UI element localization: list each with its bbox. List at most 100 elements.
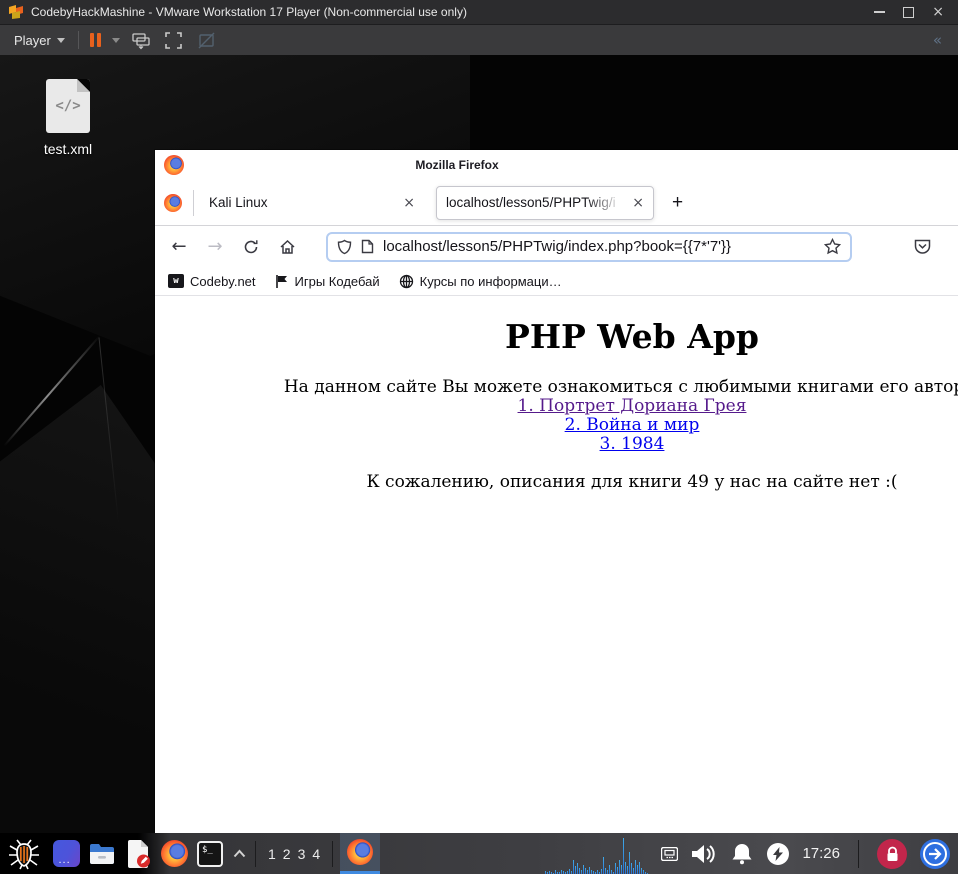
new-tab-button[interactable]: + [666, 192, 689, 214]
tab-label: localhost/lesson5/PHPTwig/i [446, 195, 616, 210]
page-title: PHP Web App [505, 317, 759, 356]
forward-button: → [207, 236, 223, 257]
firefox-logo-icon [347, 839, 374, 865]
power-manager-icon[interactable] [767, 842, 790, 865]
player-menu-button[interactable]: Player [10, 31, 69, 50]
file-manager-button[interactable] [85, 833, 119, 874]
vmware-window-controls: × [874, 5, 950, 19]
lock-screen-button[interactable] [877, 838, 907, 869]
firefox-window-title: Mozilla Firefox [415, 158, 499, 172]
tab-kali-linux[interactable]: Kali Linux × [205, 180, 427, 226]
taskbar-divider [255, 840, 256, 867]
url-bar[interactable]: localhost/lesson5/PHPTwig/index.php?book… [326, 231, 852, 262]
code-glyph: </> [55, 98, 81, 114]
firefox-titlebar[interactable]: Mozilla Firefox [155, 150, 958, 180]
desktop-file-test-xml[interactable]: </> test.xml [38, 79, 98, 157]
firefox-logo-icon [164, 155, 184, 175]
shield-icon[interactable] [337, 239, 352, 255]
app-grid-icon: ... [52, 840, 80, 867]
home-button[interactable] [269, 231, 305, 263]
workspace-switcher[interactable]: 1 2 3 4 [261, 846, 327, 862]
suspend-options-chevron-icon[interactable] [111, 37, 120, 43]
intro-text: На данном сайте Вы можете ознакомиться с… [283, 376, 958, 397]
clock[interactable]: 17:26 [802, 845, 840, 862]
vmware-player-logo-icon [8, 4, 24, 20]
tab-label: Kali Linux [209, 195, 268, 210]
applications-menu-button[interactable] [0, 833, 48, 874]
firefox-nav-toolbar: ← → localhost/lesson5/PHPTwig/index.php?… [155, 226, 958, 267]
close-button[interactable]: × [932, 5, 944, 19]
network-connection-icon[interactable] [661, 846, 679, 861]
bookmarks-toolbar: w Codeby.net Игры Кодебай Курсы по инфор… [155, 267, 958, 296]
vm-screen: CodebyHackMashine - VMware Workstation 1… [0, 0, 958, 874]
firefox-window: Mozilla Firefox Kali Linux × localhost/l… [155, 150, 958, 833]
collapse-toolbar-button[interactable]: « [933, 31, 948, 49]
taskbar-divider [332, 840, 334, 867]
lock-icon [887, 846, 897, 861]
not-found-message: К сожалению, описания для книги 49 у нас… [366, 471, 898, 492]
terminal-launcher-button[interactable]: $_ [193, 833, 227, 874]
fullscreen-button[interactable] [162, 29, 186, 51]
close-tab-icon[interactable]: × [632, 195, 644, 211]
notifications-bell-icon[interactable] [730, 842, 754, 866]
workspace-3[interactable]: 3 [298, 846, 306, 862]
kali-dragon-icon [9, 839, 39, 869]
globe-icon [399, 274, 413, 288]
minimize-button[interactable] [874, 11, 886, 13]
reload-button[interactable] [233, 231, 269, 263]
firefox-tab-bar: Kali Linux × localhost/lesson5/PHPTwig/i… [155, 180, 958, 226]
kali-desktop: </> test.xml Mozilla Firefox Kali Linux … [0, 55, 958, 833]
system-tray: 17:26 [651, 838, 958, 869]
chevron-up-icon [233, 849, 245, 858]
pocket-icon[interactable] [913, 237, 932, 256]
tab-divider [193, 189, 194, 216]
bookmark-igry-codebay[interactable]: Игры Кодебай [275, 274, 380, 289]
kali-taskbar: ... $_ 1 2 3 4 17:26 [0, 833, 958, 874]
show-more-launchers-button[interactable] [228, 833, 250, 874]
xml-file-icon: </> [46, 79, 90, 133]
desktop-file-label: test.xml [43, 141, 93, 157]
flag-icon [275, 274, 287, 288]
bookmark-label: Codeby.net [190, 273, 256, 289]
text-editor-button[interactable] [121, 833, 155, 874]
page-info-icon[interactable] [361, 239, 374, 254]
book-link-3[interactable]: 3. 1984 [155, 434, 958, 454]
pause-icon [89, 33, 94, 47]
send-ctrl-alt-del-button[interactable] [129, 29, 153, 51]
folder-icon [90, 843, 114, 864]
vmware-window-title: CodebyHackMashine - VMware Workstation 1… [31, 5, 467, 19]
tab-localhost-active[interactable]: localhost/lesson5/PHPTwig/i × [436, 185, 654, 220]
toolbar-divider [77, 31, 79, 49]
chevron-down-icon [56, 37, 65, 43]
launcher-app-button[interactable]: ... [49, 833, 83, 874]
workspace-4[interactable]: 4 [312, 846, 320, 862]
url-input[interactable]: localhost/lesson5/PHPTwig/index.php?book… [383, 238, 815, 255]
logout-button[interactable] [920, 838, 950, 869]
bookmark-label: Игры Кодебай [294, 273, 380, 289]
codeby-logo-icon: w [168, 274, 184, 288]
workspace-2[interactable]: 2 [283, 846, 291, 862]
maximize-button[interactable] [903, 6, 915, 18]
volume-icon[interactable] [691, 843, 717, 865]
bookmark-label: Курсы по информаци… [419, 273, 562, 289]
workspace-1[interactable]: 1 [268, 846, 276, 862]
back-button[interactable]: ← [161, 231, 197, 263]
firefox-logo-icon [160, 840, 188, 867]
close-tab-icon[interactable]: × [403, 195, 415, 211]
vmware-toolbar: Player « [0, 25, 958, 55]
arrow-right-circle-icon [923, 841, 947, 866]
suspend-vm-button[interactable] [88, 31, 103, 49]
text-editor-icon [128, 839, 150, 868]
firefox-window-taskbar-button[interactable] [340, 833, 381, 874]
firefox-logo-icon [164, 193, 182, 212]
book-link-1[interactable]: 1. Портрет Дориана Грея [155, 396, 958, 416]
bookmark-star-icon[interactable] [824, 238, 841, 255]
bookmark-codeby[interactable]: w Codeby.net [168, 274, 256, 289]
bookmark-kursy[interactable]: Курсы по информаци… [399, 274, 562, 289]
unity-mode-button [195, 29, 219, 51]
web-page-content: PHP Web App На данном сайте Вы можете оз… [155, 296, 958, 833]
firefox-launcher-button[interactable] [157, 833, 191, 874]
network-graph [545, 833, 651, 874]
terminal-icon: $_ [197, 840, 223, 867]
book-link-2[interactable]: 2. Война и мир [155, 415, 958, 435]
